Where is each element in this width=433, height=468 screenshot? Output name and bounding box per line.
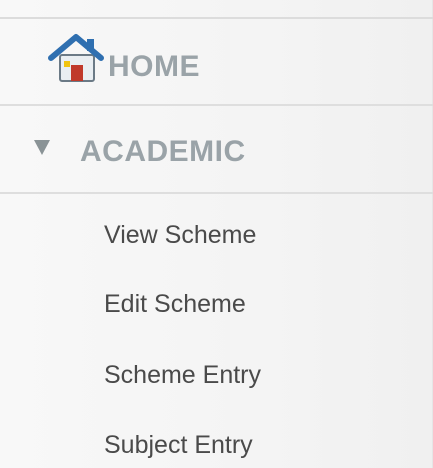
sidebar-item-home-label: HOME [108,50,200,83]
sidebar-item-home[interactable]: HOME [0,26,433,106]
sidebar-nav: HOME ACADEMIC View Scheme Edit Scheme Sc… [0,0,433,468]
home-icon [47,33,105,83]
submenu-item-subject-entry[interactable]: Subject Entry [104,431,253,460]
submenu-item-edit-scheme[interactable]: Edit Scheme [104,290,246,319]
sidebar-item-academic-label: ACADEMIC [80,135,246,168]
divider [0,17,433,19]
expand-triangle-icon [34,140,50,155]
sidebar-item-academic[interactable]: ACADEMIC [0,108,433,194]
submenu-item-scheme-entry[interactable]: Scheme Entry [104,361,261,390]
submenu-item-view-scheme[interactable]: View Scheme [104,221,256,250]
